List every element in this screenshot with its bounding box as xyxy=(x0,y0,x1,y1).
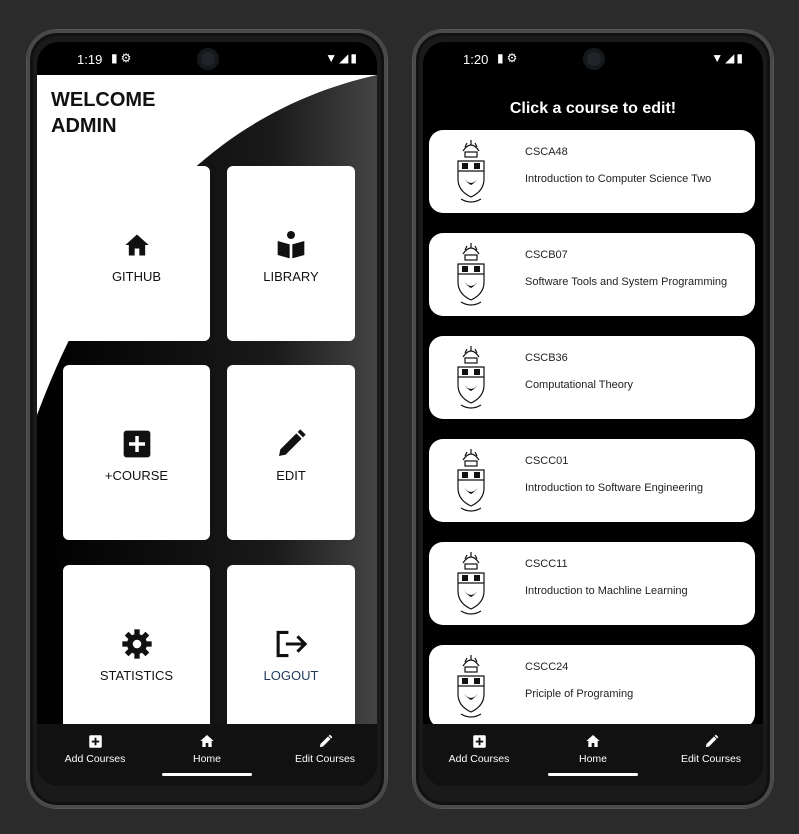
pencil-icon xyxy=(675,732,747,750)
library-tile[interactable]: LIBRARY xyxy=(227,166,355,341)
home-icon xyxy=(177,732,237,750)
gesture-bar[interactable] xyxy=(548,773,638,776)
pencil-icon xyxy=(289,732,361,750)
logout-tile[interactable]: LOGOUT xyxy=(227,565,355,740)
nav-add-courses[interactable]: Add Courses xyxy=(443,732,515,765)
nav-edit-courses-label: Edit Courses xyxy=(294,753,356,765)
logout-label: LOGOUT xyxy=(263,668,319,683)
status-bar: 1:19 ▮⚙ ▼◢▮ xyxy=(37,42,377,75)
plus-box-icon xyxy=(443,732,515,750)
gesture-bar[interactable] xyxy=(162,773,252,776)
page-title: Click a course to edit! xyxy=(509,100,677,117)
course-code: CSCC24 xyxy=(525,661,569,673)
course-card[interactable]: CSCC01 Introduction to Software Engineeri… xyxy=(429,439,755,522)
nav-edit-courses[interactable]: Edit Courses xyxy=(289,732,361,765)
course-code: CSCB07 xyxy=(525,249,568,261)
university-crest-icon xyxy=(457,346,485,409)
notification-icons: ▮⚙ xyxy=(497,51,521,65)
status-time: 1:19 xyxy=(77,52,103,67)
nav-add-courses-label: Add Courses xyxy=(64,753,126,765)
course-card[interactable]: CSCB36 Computational Theory xyxy=(429,336,755,419)
course-code: CSCB36 xyxy=(525,352,568,364)
course-card[interactable]: CSCC11 Introduction to Machline Learning xyxy=(429,542,755,625)
status-bar: 1:20 ▮⚙ ▼◢▮ xyxy=(423,42,763,75)
bottom-navigation: Add Courses Home Edit Courses xyxy=(37,724,377,786)
university-crest-icon xyxy=(457,655,485,718)
course-list-screen: 1:20 ▮⚙ ▼◢▮ Click a course to edit! CSCA… xyxy=(423,42,763,786)
plus-box-icon xyxy=(63,427,210,461)
add-course-tile[interactable]: +COURSE xyxy=(63,365,210,540)
home-icon xyxy=(563,732,623,750)
nav-add-courses-label: Add Courses xyxy=(448,753,510,765)
nav-home[interactable]: Home xyxy=(563,732,623,765)
nav-home-label: Home xyxy=(578,753,607,765)
library-label: LIBRARY xyxy=(263,269,319,284)
add-course-label: +COURSE xyxy=(104,468,169,483)
signal-battery-icons: ▼◢▮ xyxy=(325,51,359,65)
plus-box-icon xyxy=(59,732,131,750)
welcome-heading: WELCOME ADMIN xyxy=(51,87,155,139)
front-camera xyxy=(583,48,605,70)
nav-edit-courses[interactable]: Edit Courses xyxy=(675,732,747,765)
nav-add-courses[interactable]: Add Courses xyxy=(59,732,131,765)
book-reader-icon xyxy=(227,228,355,262)
github-tile[interactable]: GITHUB xyxy=(63,166,210,341)
statistics-label: STATISTICS xyxy=(99,668,174,683)
university-crest-icon xyxy=(457,140,485,203)
github-label: GITHUB xyxy=(111,269,162,284)
edit-label: EDIT xyxy=(276,468,306,483)
bottom-navigation: Add Courses Home Edit Courses xyxy=(423,724,763,786)
notification-icons: ▮⚙ xyxy=(111,51,135,65)
course-card[interactable]: CSCB07 Software Tools and System Programm… xyxy=(429,233,755,316)
nav-home-label: Home xyxy=(192,753,221,765)
course-card[interactable]: CSCA48 Introduction to Computer Science T… xyxy=(429,130,755,213)
course-name: Computational Theory xyxy=(525,379,634,391)
course-name: Introduction to Machline Learning xyxy=(525,585,688,597)
phone-frame-right: 1:20 ▮⚙ ▼◢▮ Click a course to edit! CSCA… xyxy=(413,30,773,808)
signal-battery-icons: ▼◢▮ xyxy=(711,51,745,65)
course-card[interactable]: CSCC24 Priciple of Programing xyxy=(429,645,755,728)
logout-icon xyxy=(227,627,355,661)
course-code: CSCC11 xyxy=(525,558,568,570)
phone-frame-left: 1:19 ▮⚙ ▼◢▮ WELCOME ADMIN GITHUB LIBRARY… xyxy=(27,30,387,808)
home-icon xyxy=(63,228,210,262)
nav-home[interactable]: Home xyxy=(177,732,237,765)
university-crest-icon xyxy=(457,552,485,615)
gear-icon xyxy=(63,627,210,661)
university-crest-icon xyxy=(457,449,485,512)
course-code: CSCA48 xyxy=(525,146,568,158)
course-name: Priciple of Programing xyxy=(525,688,634,700)
course-name: Introduction to Software Engineering xyxy=(525,482,703,494)
admin-home-screen: 1:19 ▮⚙ ▼◢▮ WELCOME ADMIN GITHUB LIBRARY… xyxy=(37,42,377,786)
course-name: Introduction to Computer Science Two xyxy=(525,173,712,185)
course-code: CSCC01 xyxy=(525,455,569,467)
statistics-tile[interactable]: STATISTICS xyxy=(63,565,210,740)
pencil-icon xyxy=(227,427,355,461)
welcome-line-1: WELCOME xyxy=(51,89,156,111)
course-name: Software Tools and System Programming xyxy=(525,276,728,288)
status-time: 1:20 xyxy=(463,52,489,67)
welcome-line-2: ADMIN xyxy=(51,115,117,137)
university-crest-icon xyxy=(457,243,485,306)
nav-edit-courses-label: Edit Courses xyxy=(680,753,742,765)
front-camera xyxy=(197,48,219,70)
edit-tile[interactable]: EDIT xyxy=(227,365,355,540)
